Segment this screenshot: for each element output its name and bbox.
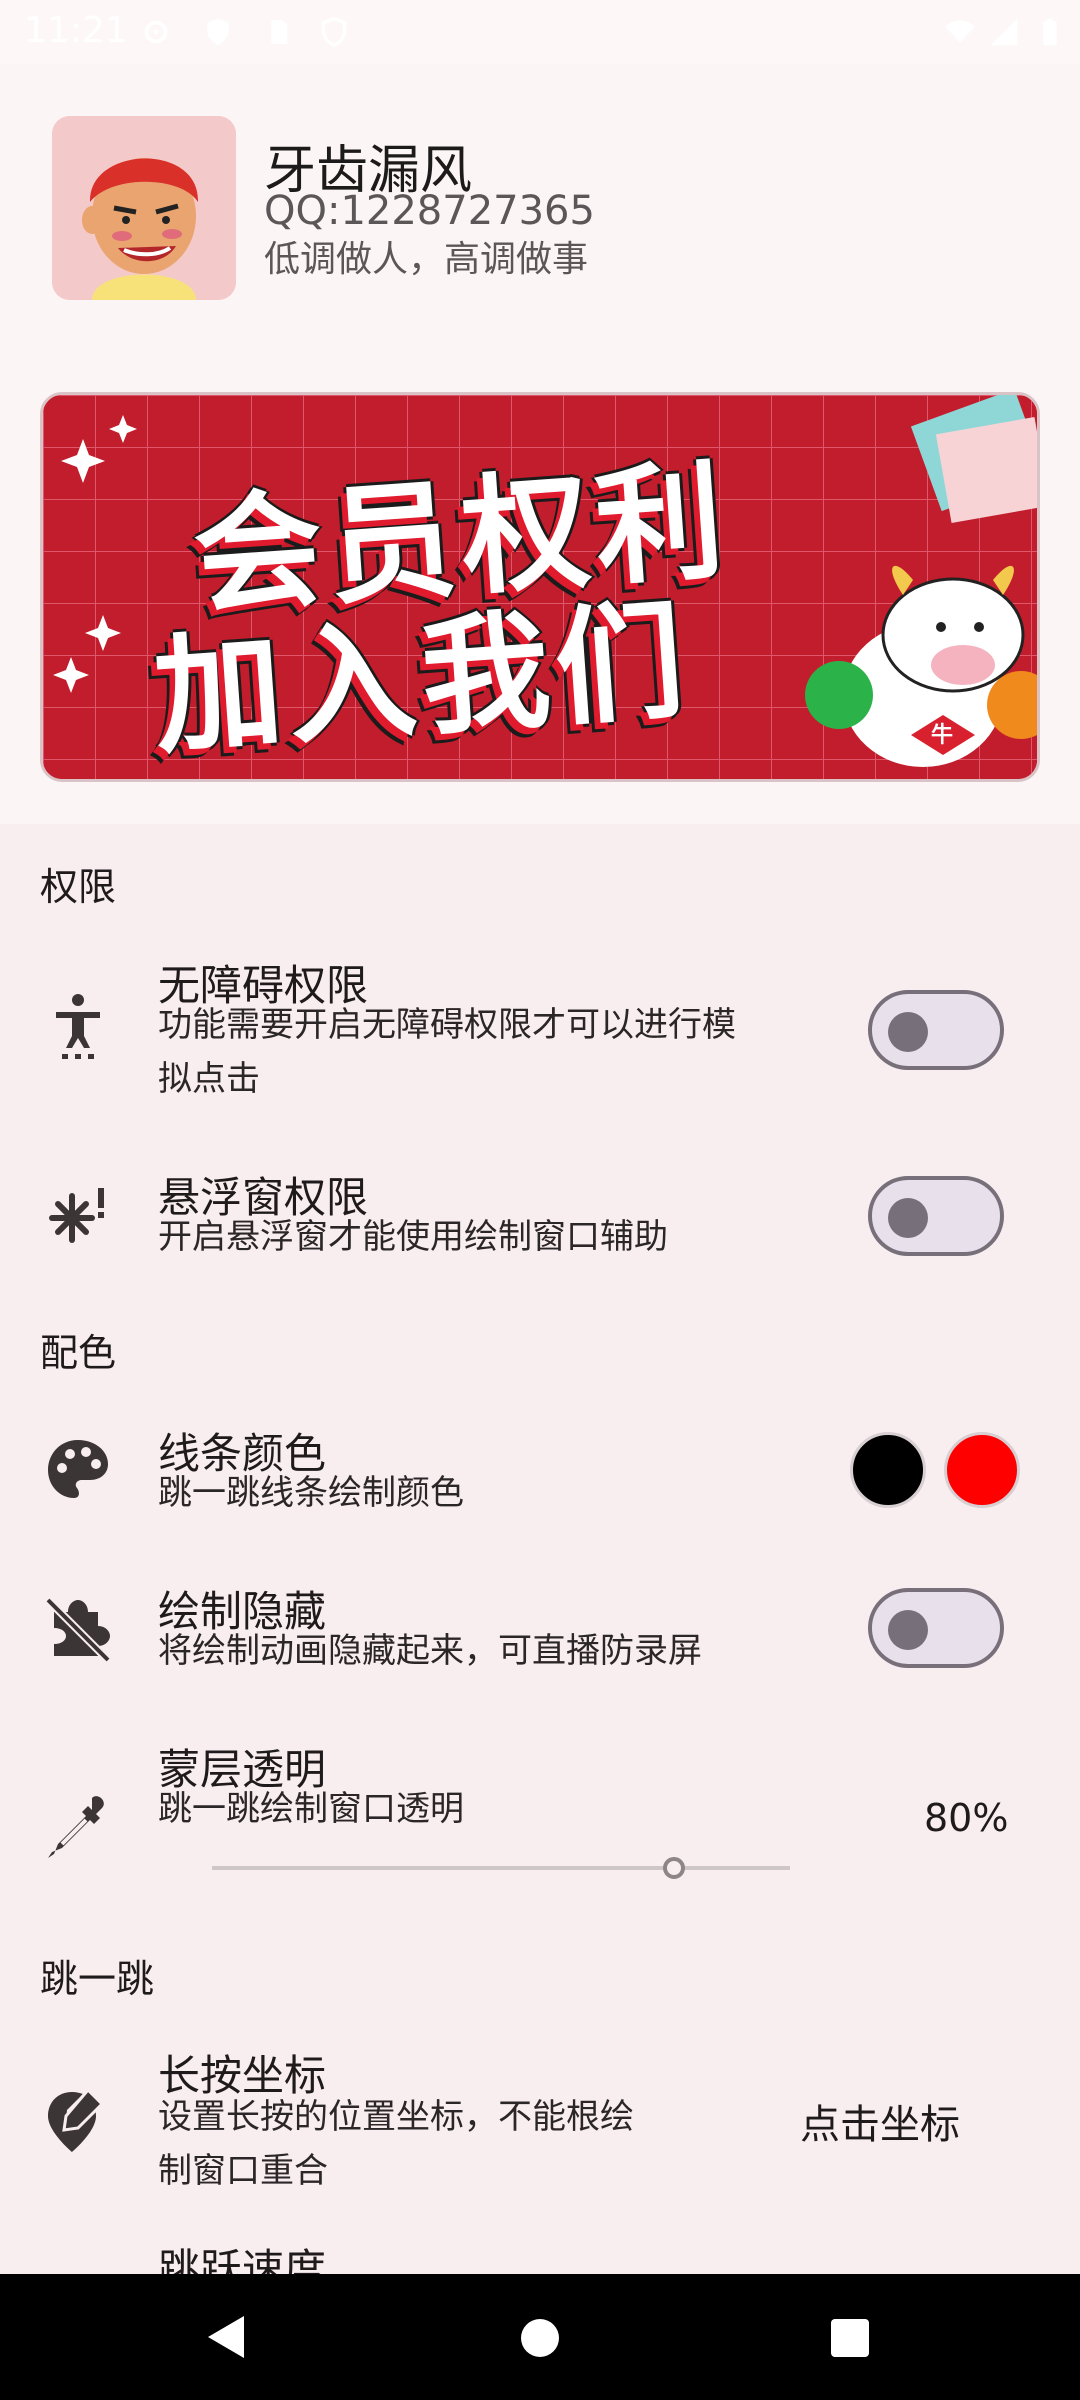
overlay-permission-icon [42,1180,114,1252]
overlay-desc: 开启悬浮窗才能使用绘制窗口辅助 [158,1217,668,1257]
mask-opacity-slider[interactable] [212,1857,790,1879]
toggle-knob [888,1198,928,1238]
long-press-desc-line2: 制窗口重合 [158,2151,328,2191]
slider-thumb[interactable] [663,1857,686,1879]
sim-card-icon [271,20,288,44]
color-swatch-black[interactable] [850,1432,926,1508]
status-time: 11:21 [24,10,128,51]
color-swatch-red[interactable] [944,1432,1020,1508]
shield-icon [207,18,229,46]
profile-qq: QQ:1228727365 [264,188,595,234]
profile-header: 牙齿漏风 QQ:1228727365 低调做人，高调做事 会员权利 加入我们 牛 [0,64,1080,824]
signal-icon [990,18,1018,46]
click-coordinate-button[interactable]: 点击坐标 [800,2092,960,2150]
toggle-knob [888,1610,928,1650]
navigation-bar [0,2274,1080,2400]
accessibility-icon [42,990,114,1062]
home-icon[interactable] [520,2318,560,2358]
section-permissions: 权限 [40,865,117,909]
avatar-cartoon [52,116,236,300]
toggle-knob [888,1012,928,1052]
section-jump: 跳一跳 [40,1957,155,2001]
mask-opacity-desc: 跳一跳绘制窗口透明 [158,1789,464,1829]
hide-drawing-toggle[interactable] [868,1588,1004,1668]
location-edit-icon [42,2084,114,2156]
battery-icon [1043,18,1057,46]
accessibility-desc-line1: 功能需要开启无障碍权限才可以进行模 [158,1005,736,1045]
settings-icon [144,20,168,44]
avatar[interactable] [52,116,236,300]
accessibility-toggle[interactable] [868,990,1004,1070]
overlay-toggle[interactable] [868,1176,1004,1256]
recents-icon[interactable] [830,2318,870,2358]
mask-opacity-value: 80% [924,1796,1009,1840]
accessibility-desc-line2: 拟点击 [158,1059,260,1099]
banner-title-line2: 加入我们 [149,586,695,773]
line-color-desc: 跳一跳线条绘制颜色 [158,1473,464,1513]
mascot-badge: 牛 [931,723,954,748]
vpn-icon [321,16,347,48]
palette-icon [42,1434,114,1506]
extension-off-icon [42,1592,114,1664]
eyedropper-icon [42,1792,114,1864]
membership-banner[interactable]: 会员权利 加入我们 牛 [40,392,1040,782]
status-bar: 11:21 [0,0,1080,64]
hide-drawing-desc: 将绘制动画隐藏起来，可直播防录屏 [158,1631,702,1671]
profile-motto: 低调做人，高调做事 [264,239,589,280]
wifi-icon [945,20,975,43]
long-press-desc-line1: 设置长按的位置坐标，不能根绘 [158,2097,634,2137]
back-icon[interactable] [204,2314,248,2360]
section-colors: 配色 [40,1331,117,1375]
